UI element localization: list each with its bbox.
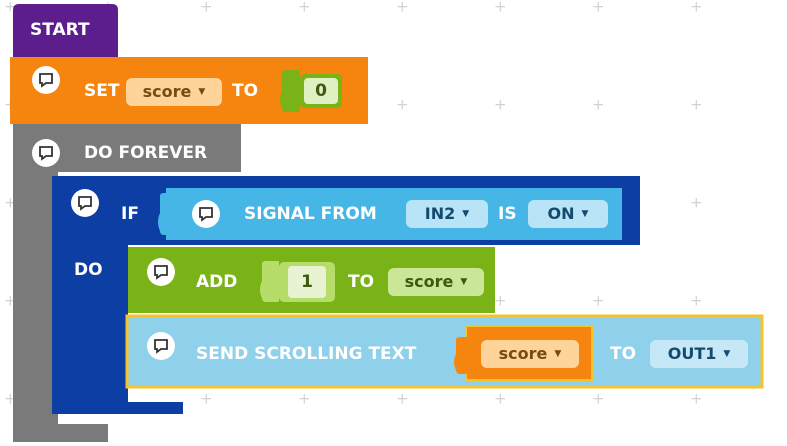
- start-label: START: [30, 20, 90, 40]
- if-label: IF: [121, 204, 139, 224]
- forever-label: DO FOREVER: [84, 143, 208, 163]
- comment-icon[interactable]: [32, 139, 60, 167]
- comment-icon[interactable]: [147, 258, 175, 286]
- add-value-field[interactable]: 1: [279, 262, 335, 302]
- chevron-down-icon: ▼: [462, 208, 470, 219]
- port-dropdown[interactable]: IN2 ▼: [406, 200, 488, 228]
- add-label: ADD: [196, 272, 238, 292]
- add-value-tab: [260, 261, 279, 302]
- add-variable-dropdown[interactable]: score ▼: [388, 268, 484, 296]
- chevron-down-icon: ▼: [723, 348, 731, 359]
- comment-icon[interactable]: [32, 66, 60, 94]
- is-label: IS: [498, 204, 517, 224]
- chevron-down-icon: ▼: [198, 86, 206, 97]
- add-variable-value: score: [404, 272, 454, 291]
- set-to-label: TO: [232, 81, 259, 101]
- comment-icon[interactable]: [192, 200, 220, 228]
- do-label: DO: [74, 260, 103, 280]
- scroll-var-tab: [454, 337, 470, 374]
- set-value-text: 0: [304, 78, 338, 104]
- output-value: OUT1: [667, 344, 717, 363]
- output-dropdown[interactable]: OUT1 ▼: [650, 340, 748, 368]
- signal-from-label: SIGNAL FROM: [244, 204, 377, 224]
- chevron-down-icon: ▼: [581, 208, 589, 219]
- scroll-variable-dropdown[interactable]: score ▼: [481, 340, 579, 368]
- condition-tab: [158, 193, 172, 235]
- add-to-label: TO: [348, 272, 375, 292]
- chevron-down-icon: ▼: [554, 348, 562, 359]
- add-value-text: 1: [288, 266, 326, 298]
- send-scrolling-label: SEND SCROLLING TEXT: [196, 344, 417, 364]
- set-value-field[interactable]: 0: [300, 74, 342, 108]
- comment-icon[interactable]: [71, 189, 99, 217]
- set-variable-value: score: [142, 82, 192, 101]
- chevron-down-icon: ▼: [460, 276, 468, 287]
- scroll-to-label: TO: [610, 344, 637, 364]
- block-stack: [10, 4, 764, 442]
- set-label: SET: [84, 81, 120, 101]
- comment-icon[interactable]: [147, 332, 175, 360]
- set-variable-dropdown[interactable]: score ▼: [126, 78, 222, 106]
- state-dropdown[interactable]: ON ▼: [528, 200, 608, 228]
- state-value: ON: [547, 204, 575, 223]
- scroll-variable-value: score: [498, 344, 548, 363]
- port-value: IN2: [424, 204, 456, 223]
- set-value-tab: [280, 70, 300, 112]
